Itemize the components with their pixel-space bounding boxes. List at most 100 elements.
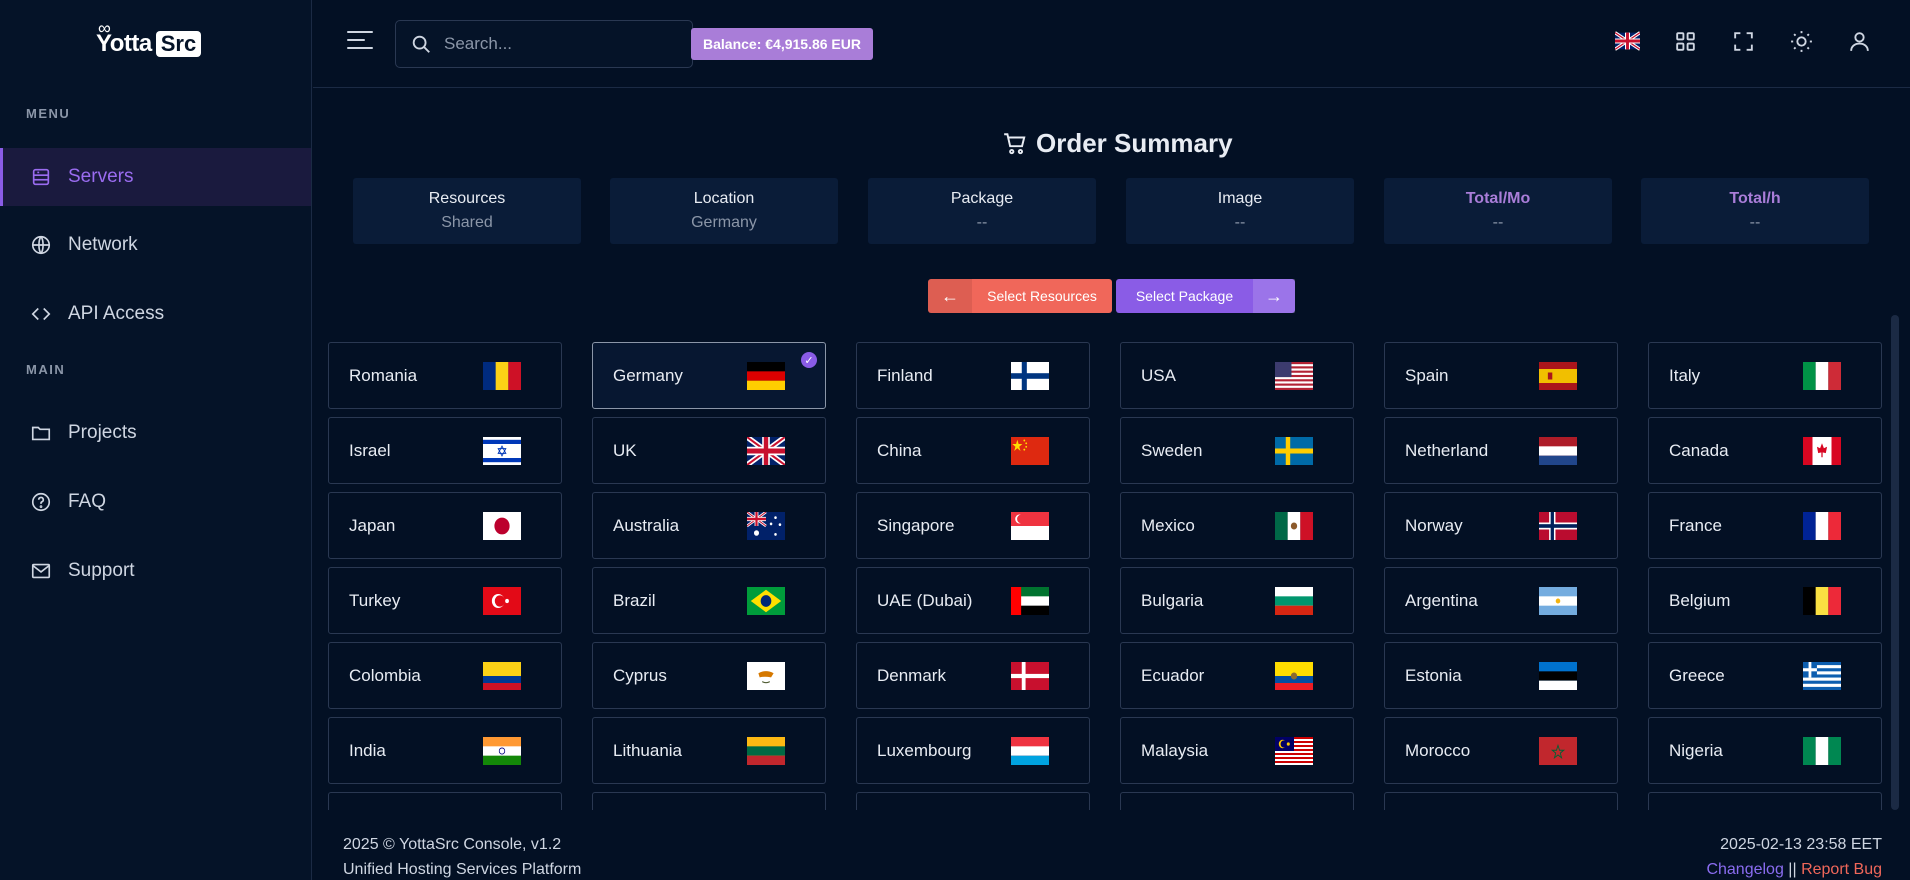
location-option-lithuania[interactable]: Lithuania (592, 717, 826, 784)
location-name: Australia (613, 515, 680, 535)
summary-card-package: Package -- (868, 178, 1096, 244)
location-option-mexico[interactable]: Mexico (1120, 492, 1354, 559)
search-icon (412, 35, 430, 53)
fullscreen-icon[interactable] (1730, 28, 1756, 54)
location-name: Cyprus (613, 665, 667, 685)
sidebar-item-servers[interactable]: Servers (0, 148, 311, 206)
location-option-singapore[interactable]: Singapore (856, 492, 1090, 559)
location-option-cyprus[interactable]: Cyprus (592, 642, 826, 709)
location-option-morocco[interactable]: Morocco (1384, 717, 1618, 784)
location-option-israel[interactable]: Israel (328, 417, 562, 484)
location-option-partial[interactable] (1384, 792, 1618, 810)
location-option-sweden[interactable]: Sweden (1120, 417, 1354, 484)
summary-card-location: Location Germany (610, 178, 838, 244)
arrow-left-icon: ← (928, 279, 972, 313)
location-option-turkey[interactable]: Turkey (328, 567, 562, 634)
location-option-uae[interactable]: UAE (Dubai) (856, 567, 1090, 634)
summary-card-total-h: Total/h -- (1641, 178, 1869, 244)
location-option-china[interactable]: China (856, 417, 1090, 484)
search-box[interactable] (395, 20, 693, 68)
location-option-partial[interactable] (328, 792, 562, 810)
select-package-button[interactable]: Select Package → (1116, 279, 1295, 313)
selected-check-icon: ✓ (801, 352, 817, 368)
footer-tagline: Unified Hosting Services Platform (343, 861, 582, 878)
romania-flag-icon (483, 361, 521, 390)
sidebar-item-support[interactable]: Support (0, 542, 311, 600)
sweden-flag-icon (1275, 436, 1313, 465)
location-name: Belgium (1669, 590, 1731, 610)
location-option-belgium[interactable]: Belgium (1648, 567, 1882, 634)
location-name: UK (613, 440, 637, 460)
sidebar-item-projects[interactable]: Projects (0, 404, 311, 462)
luxembourg-flag-icon (1011, 736, 1049, 765)
footer-copyright: 2025 © YottaSrc Console, v1.2 (343, 836, 562, 853)
sidebar-item-api-access[interactable]: API Access (0, 285, 311, 343)
location-name: USA (1141, 365, 1176, 385)
menu-section-label: MENU (26, 106, 71, 121)
location-option-ecuador[interactable]: Ecuador (1120, 642, 1354, 709)
sidebar-item-faq[interactable]: FAQ (0, 473, 311, 531)
location-option-france[interactable]: France (1648, 492, 1882, 559)
question-icon (31, 492, 51, 512)
location-option-australia[interactable]: Australia (592, 492, 826, 559)
theme-sun-icon[interactable] (1788, 28, 1814, 54)
location-option-netherlands[interactable]: Netherland (1384, 417, 1618, 484)
changelog-link[interactable]: Changelog (1706, 861, 1783, 878)
report-bug-link[interactable]: Report Bug (1801, 861, 1882, 878)
location-option-estonia[interactable]: Estonia (1384, 642, 1618, 709)
search-input[interactable] (444, 34, 664, 54)
location-option-bulgaria[interactable]: Bulgaria (1120, 567, 1354, 634)
uk-flag-icon[interactable] (1614, 28, 1640, 54)
location-option-canada[interactable]: Canada (1648, 417, 1882, 484)
location-name: Canada (1669, 440, 1729, 460)
sidebar-item-network[interactable]: Network (0, 216, 311, 274)
location-option-uk[interactable]: UK (592, 417, 826, 484)
scrollbar[interactable] (1891, 315, 1899, 810)
summary-card-image: Image -- (1126, 178, 1354, 244)
location-name: France (1669, 515, 1722, 535)
folder-icon (31, 426, 51, 441)
location-option-malaysia[interactable]: Malaysia (1120, 717, 1354, 784)
location-option-india[interactable]: India (328, 717, 562, 784)
location-option-greece[interactable]: Greece (1648, 642, 1882, 709)
location-option-partial[interactable] (856, 792, 1090, 810)
location-name: Nigeria (1669, 740, 1723, 760)
location-option-spain[interactable]: Spain (1384, 342, 1618, 409)
location-option-romania[interactable]: Romania (328, 342, 562, 409)
brand-logo[interactable]: ∞ Yotta Src (96, 18, 202, 66)
location-option-italy[interactable]: Italy (1648, 342, 1882, 409)
location-option-luxembourg[interactable]: Luxembourg (856, 717, 1090, 784)
location-option-brazil[interactable]: Brazil (592, 567, 826, 634)
summary-card-label: Resources (428, 190, 506, 207)
estonia-flag-icon (1539, 661, 1577, 690)
location-name: Israel (349, 440, 391, 460)
location-option-germany[interactable]: Germany ✓ (592, 342, 826, 409)
summary-card-label: Location (693, 190, 755, 207)
canada-flag-icon (1803, 436, 1841, 465)
location-option-norway[interactable]: Norway (1384, 492, 1618, 559)
user-icon[interactable] (1846, 28, 1872, 54)
finland-flag-icon (1011, 361, 1049, 390)
location-option-partial[interactable] (1120, 792, 1354, 810)
location-name: Morocco (1405, 740, 1471, 760)
location-option-usa[interactable]: USA (1120, 342, 1354, 409)
summary-card-resources: Resources Shared (353, 178, 581, 244)
location-option-colombia[interactable]: Colombia (328, 642, 562, 709)
location-option-finland[interactable]: Finland (856, 342, 1090, 409)
location-name: Greece (1669, 665, 1725, 685)
france-flag-icon (1803, 511, 1841, 540)
location-grid: Romania Germany ✓ Finland USA Spain Italy Israe… (327, 342, 1882, 810)
menu-toggle-icon[interactable] (347, 31, 373, 55)
location-option-argentina[interactable]: Argentina (1384, 567, 1618, 634)
apps-grid-icon[interactable] (1672, 28, 1698, 54)
denmark-flag-icon (1011, 661, 1049, 690)
location-option-denmark[interactable]: Denmark (856, 642, 1090, 709)
location-option-nigeria[interactable]: Nigeria (1648, 717, 1882, 784)
globe-icon (31, 235, 51, 255)
select-resources-button[interactable]: ← Select Resources (928, 279, 1112, 313)
location-option-partial[interactable] (1648, 792, 1882, 810)
infinity-icon: ∞ (98, 18, 111, 38)
location-option-partial[interactable] (592, 792, 826, 810)
select-resources-label: Select Resources (987, 288, 1097, 304)
location-option-japan[interactable]: Japan (328, 492, 562, 559)
